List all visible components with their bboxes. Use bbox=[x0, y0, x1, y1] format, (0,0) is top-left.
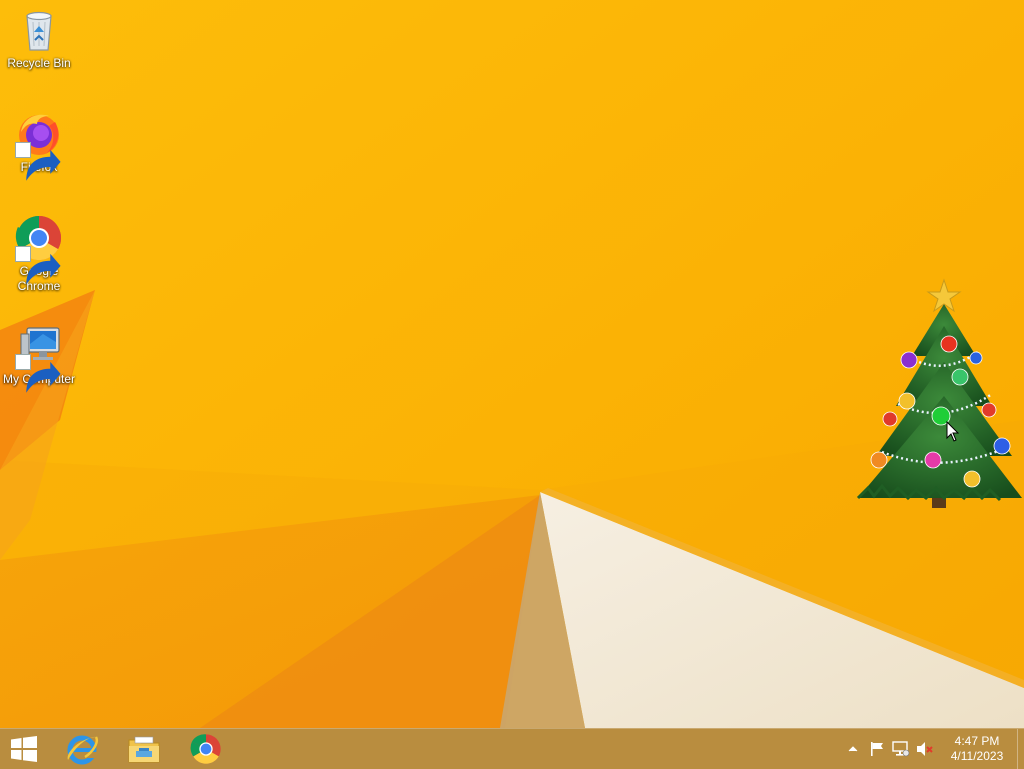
desktop-icon-my-computer[interactable]: My Computer bbox=[0, 322, 78, 393]
clock-date: 4/11/2023 bbox=[950, 749, 1004, 763]
recycle-bin-icon bbox=[15, 6, 63, 54]
show-hidden-icons-chevron-icon[interactable] bbox=[841, 729, 865, 769]
taskbar-internet-explorer[interactable] bbox=[54, 729, 110, 769]
taskbar: 4:47 PM 4/11/2023 bbox=[0, 728, 1024, 769]
taskbar-clock[interactable]: 4:47 PM 4/11/2023 bbox=[937, 734, 1017, 764]
desktop-icon-firefox[interactable]: Firefox bbox=[0, 110, 78, 181]
start-button[interactable] bbox=[0, 729, 48, 769]
chrome-icon bbox=[15, 214, 63, 285]
taskbar-google-chrome[interactable] bbox=[178, 729, 234, 769]
taskbar-file-explorer[interactable] bbox=[116, 729, 172, 769]
volume-muted-icon[interactable] bbox=[913, 729, 937, 769]
system-tray: 4:47 PM 4/11/2023 bbox=[841, 729, 1024, 769]
firefox-icon bbox=[15, 110, 63, 181]
start-button-windows-icon bbox=[10, 735, 38, 763]
file-explorer-icon bbox=[127, 734, 161, 764]
mouse-cursor-icon bbox=[946, 421, 960, 442]
computer-icon bbox=[15, 322, 63, 393]
network-icon[interactable] bbox=[889, 729, 913, 769]
show-desktop-button[interactable] bbox=[1017, 729, 1024, 769]
shortcut-arrow-icon bbox=[15, 354, 61, 393]
shortcut-arrow-icon bbox=[15, 246, 61, 285]
chrome-icon bbox=[190, 733, 222, 765]
desktop-icon-google-chrome[interactable]: Google Chrome bbox=[0, 214, 78, 294]
desktop[interactable]: Recycle Bin Firefox bbox=[0, 0, 1024, 728]
desktop-icon-recycle-bin[interactable]: Recycle Bin bbox=[0, 6, 78, 71]
action-center-flag-icon[interactable] bbox=[865, 729, 889, 769]
internet-explorer-icon bbox=[65, 732, 99, 766]
clock-time: 4:47 PM bbox=[954, 734, 1000, 748]
christmas-tree-gadget[interactable] bbox=[852, 276, 1024, 512]
desktop-icon-label: Recycle Bin bbox=[7, 56, 71, 70]
shortcut-arrow-icon bbox=[15, 142, 61, 181]
